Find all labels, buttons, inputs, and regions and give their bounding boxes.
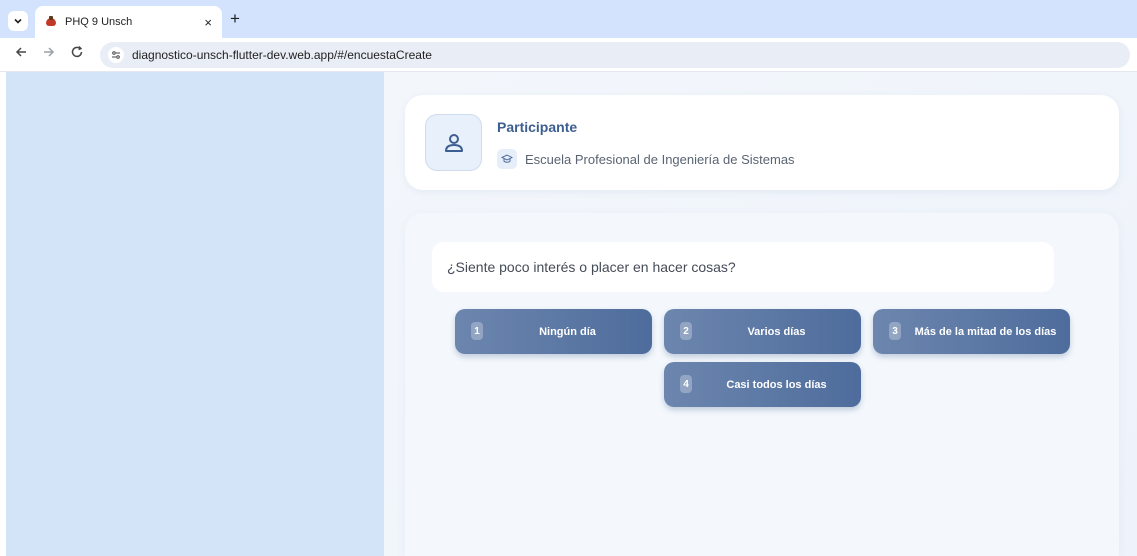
address-bar[interactable]: diagnostico-unsch-flutter-dev.web.app/#/…: [100, 42, 1130, 68]
site-favicon-icon: [45, 16, 57, 28]
option-button-4[interactable]: 4 Casi todos los días: [664, 362, 861, 407]
tune-icon: [112, 51, 120, 59]
graduation-cap-icon: [501, 154, 513, 163]
avatar: [425, 114, 482, 171]
tab-title: PHQ 9 Unsch: [65, 16, 133, 28]
forward-arrow-icon: [44, 47, 55, 57]
sidebar-panel: [6, 72, 384, 556]
option-button-2[interactable]: 2 Varios días: [664, 309, 861, 354]
option-number: 1: [471, 322, 483, 340]
option-label: Ningún día: [539, 325, 596, 338]
option-label: Casi todos los días: [726, 378, 827, 391]
participant-card: Participante Escuela Profesional de Inge…: [405, 95, 1119, 190]
tab-close-button[interactable]: ×: [204, 15, 212, 30]
option-number: 4: [680, 375, 692, 393]
reload-button[interactable]: [70, 45, 84, 63]
option-button-1[interactable]: 1 Ningún día: [455, 309, 652, 354]
question-text: ¿Siente poco interés o placer en hacer c…: [447, 259, 736, 275]
url-text: diagnostico-unsch-flutter-dev.web.app/#/…: [132, 48, 432, 62]
chevron-down-icon: [14, 18, 22, 24]
new-tab-button[interactable]: +: [230, 9, 240, 29]
school-icon-badge: [497, 149, 517, 169]
option-number: 3: [889, 322, 901, 340]
option-label: Más de la mitad de los días: [914, 325, 1057, 338]
site-info-button[interactable]: [108, 47, 124, 63]
option-button-3[interactable]: 3 Más de la mitad de los días: [873, 309, 1070, 354]
tab-search-button[interactable]: [8, 11, 28, 31]
back-button[interactable]: [14, 45, 28, 63]
option-label: Varios días: [747, 325, 806, 338]
reload-icon: [71, 46, 83, 58]
question-box: ¿Siente poco interés o placer en hacer c…: [432, 242, 1054, 292]
school-name: Escuela Profesional de Ingeniería de Sis…: [525, 151, 795, 167]
back-arrow-icon: [15, 47, 26, 57]
browser-toolbar: diagnostico-unsch-flutter-dev.web.app/#/…: [0, 38, 1137, 72]
participant-title: Participante: [497, 119, 578, 135]
option-number: 2: [680, 322, 692, 340]
browser-tab[interactable]: PHQ 9 Unsch ×: [35, 6, 222, 38]
browser-tabstrip: PHQ 9 Unsch × +: [0, 0, 1137, 38]
school-row: Escuela Profesional de Ingeniería de Sis…: [497, 149, 795, 169]
forward-button[interactable]: [42, 45, 56, 63]
person-icon: [444, 133, 463, 152]
